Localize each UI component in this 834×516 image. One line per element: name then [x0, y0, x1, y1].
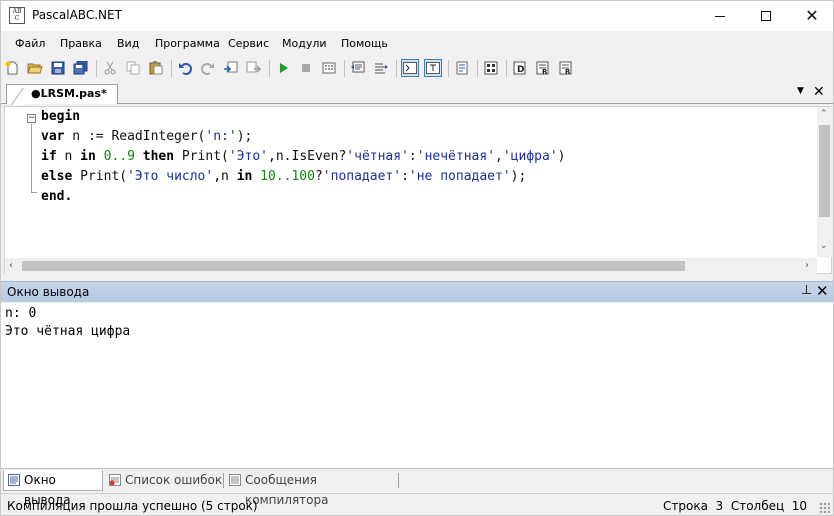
- new-file-icon[interactable]: [3, 59, 21, 77]
- cursor-position: Строка 3 Столбец 10: [663, 499, 808, 513]
- code-line[interactable]: end.: [41, 189, 72, 204]
- uncomment-icon[interactable]: [372, 59, 390, 77]
- output-window[interactable]: n: 0 Это чётная цифра: [1, 303, 833, 469]
- code-editor[interactable]: − begin var n := ReadInteger('n:'); if n i…: [4, 106, 832, 274]
- menu-service[interactable]: Сервис: [228, 37, 269, 50]
- fold-collapse-icon[interactable]: −: [27, 114, 36, 123]
- editor-vertical-scrollbar[interactable]: ⌃ ⌄: [817, 107, 832, 257]
- menu-program[interactable]: Программа: [155, 37, 220, 50]
- code-line[interactable]: var n := ReadInteger('n:');: [41, 129, 252, 144]
- app-logo-icon: AB C: [9, 7, 25, 24]
- debug-step-icon[interactable]: [453, 59, 471, 77]
- minimize-button[interactable]: [697, 1, 743, 31]
- save-all-icon[interactable]: [72, 59, 90, 77]
- find-icon[interactable]: [222, 59, 240, 77]
- copy-icon[interactable]: [124, 59, 142, 77]
- cut-icon[interactable]: [101, 59, 119, 77]
- scroll-left-icon[interactable]: ‹: [9, 260, 13, 271]
- title-bar[interactable]: AB C PascalABC.NET ✕: [1, 1, 833, 31]
- output-line: n: 0: [5, 306, 37, 321]
- tab-compiler-messages[interactable]: Сообщения компилятора: [225, 470, 397, 507]
- tab-lrsm-pas[interactable]: ●LRSM.pas*: [6, 84, 118, 105]
- close-pane-icon[interactable]: ✕: [816, 282, 829, 300]
- maximize-button[interactable]: [743, 1, 789, 31]
- replace-icon[interactable]: [245, 59, 263, 77]
- status-bar: Компиляция прошла успешно (5 строк) Стро…: [1, 493, 833, 515]
- close-icon: ✕: [805, 6, 819, 25]
- save-icon[interactable]: [49, 59, 67, 77]
- pin-icon[interactable]: ⊥: [801, 283, 812, 298]
- status-message: Компиляция прошла успешно (5 строк): [7, 499, 258, 513]
- menu-file[interactable]: Файл: [15, 37, 45, 50]
- debug-over-icon[interactable]: R: [534, 59, 552, 77]
- minimize-icon: [715, 15, 725, 17]
- app-window: AB C PascalABC.NET ✕ Файл Правка Вид Про…: [0, 0, 834, 516]
- compile-icon[interactable]: [320, 59, 338, 77]
- scroll-down-icon[interactable]: ⌄: [820, 241, 828, 251]
- window-title: PascalABC.NET: [32, 8, 122, 22]
- menu-view[interactable]: Вид: [117, 37, 139, 50]
- console-output-icon[interactable]: [401, 59, 419, 77]
- bottom-tab-strip: Окно вывода Список ошибок Сообщения комп…: [1, 470, 833, 507]
- scroll-right-icon[interactable]: ›: [805, 260, 809, 271]
- code-line[interactable]: if n in 0..9 then Print('Это',n.IsEven?'…: [41, 149, 565, 164]
- output-window-icon: [8, 474, 20, 486]
- tab-list-dropdown-icon[interactable]: ▼: [797, 86, 804, 96]
- code-line[interactable]: begin: [41, 109, 80, 124]
- close-tab-icon[interactable]: ✕: [813, 84, 825, 100]
- maximize-icon: [761, 11, 771, 21]
- code-line[interactable]: else Print('Это число',n in 10..100?'поп…: [41, 169, 526, 184]
- scroll-up-icon[interactable]: ⌃: [820, 109, 828, 119]
- tab-label: ●LRSM.pas*: [31, 87, 107, 100]
- menu-edit[interactable]: Правка: [60, 37, 102, 50]
- paste-icon[interactable]: [147, 59, 165, 77]
- editor-tab-strip: ●LRSM.pas* ▼ ✕: [1, 83, 833, 105]
- redo-icon[interactable]: [199, 59, 217, 77]
- stop-icon[interactable]: [297, 59, 315, 77]
- editor-horizontal-scrollbar[interactable]: ‹ ›: [5, 258, 817, 274]
- compiler-messages-icon: [229, 474, 241, 486]
- menu-help[interactable]: Помощь: [341, 37, 388, 50]
- tab-error-list[interactable]: Список ошибок: [105, 470, 223, 491]
- svg-text:R: R: [565, 68, 571, 75]
- undo-icon[interactable]: [176, 59, 194, 77]
- tab-output-window[interactable]: Окно вывода: [3, 470, 103, 507]
- svg-text:R: R: [542, 68, 548, 75]
- output-line: Это чётная цифра: [5, 324, 131, 339]
- comment-icon[interactable]: [349, 59, 367, 77]
- menu-bar: Файл Правка Вид Программа Сервис Модули …: [1, 34, 833, 54]
- output-pane-header: Окно вывода ⊥ ✕: [1, 281, 833, 302]
- text-output-icon[interactable]: [424, 59, 442, 77]
- svg-text:D: D: [517, 65, 524, 75]
- resize-grip-icon[interactable]: [819, 502, 830, 513]
- close-window-button[interactable]: ✕: [789, 1, 834, 31]
- debug-out-icon[interactable]: R: [557, 59, 575, 77]
- debug-into-icon[interactable]: D: [511, 59, 529, 77]
- output-pane-title: Окно вывода: [7, 285, 90, 299]
- run-icon[interactable]: [274, 59, 292, 77]
- open-icon[interactable]: [26, 59, 44, 77]
- error-list-icon: [109, 474, 121, 486]
- toolbar: D R R: [1, 57, 833, 81]
- menu-modules[interactable]: Модули: [282, 37, 327, 50]
- debug-watch-icon[interactable]: [482, 59, 500, 77]
